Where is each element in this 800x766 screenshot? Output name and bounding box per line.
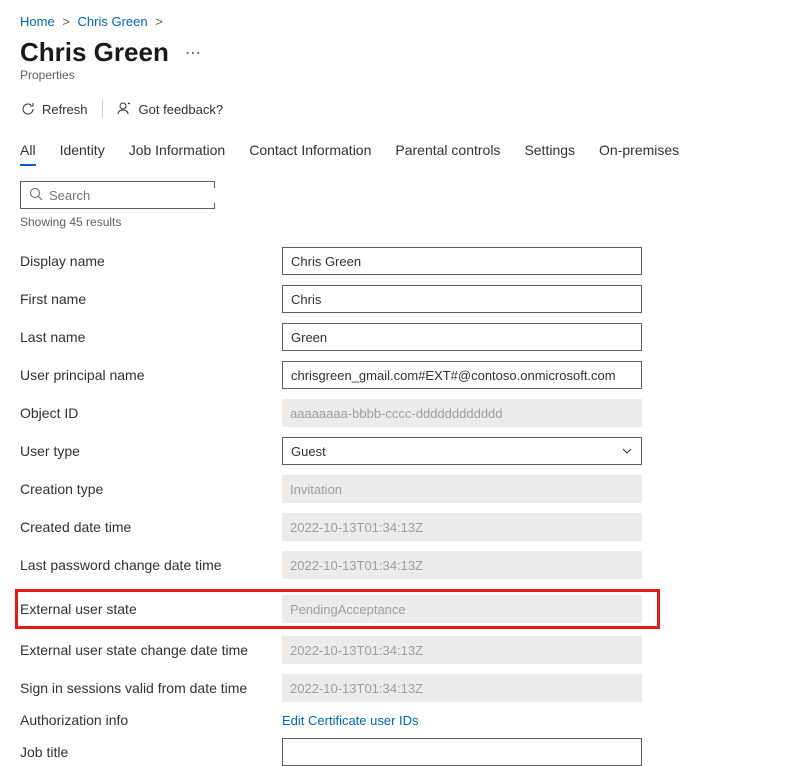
tabs: All Identity Job Information Contact Inf… (20, 136, 780, 167)
highlight-external-user-state: External user state PendingAcceptance (15, 589, 660, 629)
value-ext-state-change: 2022-10-13T01:34:13Z (282, 636, 642, 664)
breadcrumb-sep-1: > (62, 14, 70, 29)
link-auth-info[interactable]: Edit Certificate user IDs (282, 713, 419, 728)
tab-identity[interactable]: Identity (60, 136, 105, 166)
chevron-down-icon (621, 445, 633, 457)
input-first-name[interactable] (282, 285, 642, 313)
tab-contact-information[interactable]: Contact Information (249, 136, 371, 166)
properties-list: Display name First name Last name User p… (20, 247, 780, 766)
command-bar: Refresh Got feedback? (20, 100, 780, 118)
row-signin-valid: Sign in sessions valid from date time 20… (20, 674, 780, 702)
label-user-type: User type (20, 443, 282, 459)
label-signin-valid: Sign in sessions valid from date time (20, 680, 282, 696)
label-ext-state-change: External user state change date time (20, 642, 282, 658)
row-last-name: Last name (20, 323, 780, 351)
label-upn: User principal name (20, 367, 282, 383)
value-created: 2022-10-13T01:34:13Z (282, 513, 642, 541)
label-created: Created date time (20, 519, 282, 535)
input-job-title[interactable] (282, 738, 642, 766)
label-ext-state: External user state (20, 601, 282, 617)
label-job-title: Job title (20, 744, 282, 760)
row-ext-state: External user state PendingAcceptance (20, 595, 657, 623)
label-display-name: Display name (20, 253, 282, 269)
label-last-name: Last name (20, 329, 282, 345)
row-display-name: Display name (20, 247, 780, 275)
row-creation-type: Creation type Invitation (20, 475, 780, 503)
select-user-type[interactable]: Guest (282, 437, 642, 465)
breadcrumb: Home > Chris Green > (20, 14, 780, 29)
input-last-name[interactable] (282, 323, 642, 351)
feedback-label: Got feedback? (139, 102, 224, 117)
row-object-id: Object ID aaaaaaaa-bbbb-cccc-ddddddddddd… (20, 399, 780, 427)
breadcrumb-user[interactable]: Chris Green (78, 14, 148, 29)
label-pwd-change: Last password change date time (20, 557, 282, 573)
row-first-name: First name (20, 285, 780, 313)
refresh-icon (20, 101, 36, 117)
tab-on-premises[interactable]: On-premises (599, 136, 679, 166)
page-subtitle: Properties (20, 68, 780, 82)
row-user-type: User type Guest (20, 437, 780, 465)
results-count: Showing 45 results (20, 215, 780, 229)
search-input[interactable] (49, 188, 225, 203)
search-box[interactable] (20, 181, 215, 209)
label-first-name: First name (20, 291, 282, 307)
tab-job-information[interactable]: Job Information (129, 136, 226, 166)
command-separator (102, 100, 103, 118)
more-actions-button[interactable]: ⋯ (181, 39, 205, 67)
feedback-button[interactable]: Got feedback? (117, 101, 224, 117)
page-title: Chris Green (20, 37, 169, 68)
row-pwd-change: Last password change date time 2022-10-1… (20, 551, 780, 579)
refresh-label: Refresh (42, 102, 88, 117)
label-object-id: Object ID (20, 405, 282, 421)
row-upn: User principal name (20, 361, 780, 389)
value-pwd-change: 2022-10-13T01:34:13Z (282, 551, 642, 579)
tab-all[interactable]: All (20, 136, 36, 166)
value-ext-state: PendingAcceptance (282, 595, 642, 623)
label-auth-info: Authorization info (20, 712, 282, 728)
search-icon (29, 187, 43, 204)
input-upn[interactable] (282, 361, 642, 389)
feedback-icon (117, 101, 133, 117)
refresh-button[interactable]: Refresh (20, 101, 88, 117)
tab-parental-controls[interactable]: Parental controls (395, 136, 500, 166)
input-display-name[interactable] (282, 247, 642, 275)
breadcrumb-sep-2: > (155, 14, 163, 29)
row-ext-state-change: External user state change date time 202… (20, 636, 780, 664)
value-creation-type: Invitation (282, 475, 642, 503)
value-object-id: aaaaaaaa-bbbb-cccc-dddddddddddd (282, 399, 642, 427)
value-signin-valid: 2022-10-13T01:34:13Z (282, 674, 642, 702)
select-user-type-value: Guest (291, 444, 326, 459)
tab-settings[interactable]: Settings (524, 136, 575, 166)
row-job-title: Job title (20, 738, 780, 766)
row-created: Created date time 2022-10-13T01:34:13Z (20, 513, 780, 541)
label-creation-type: Creation type (20, 481, 282, 497)
breadcrumb-home[interactable]: Home (20, 14, 55, 29)
search-row (20, 181, 780, 209)
row-auth-info: Authorization info Edit Certificate user… (20, 712, 780, 728)
